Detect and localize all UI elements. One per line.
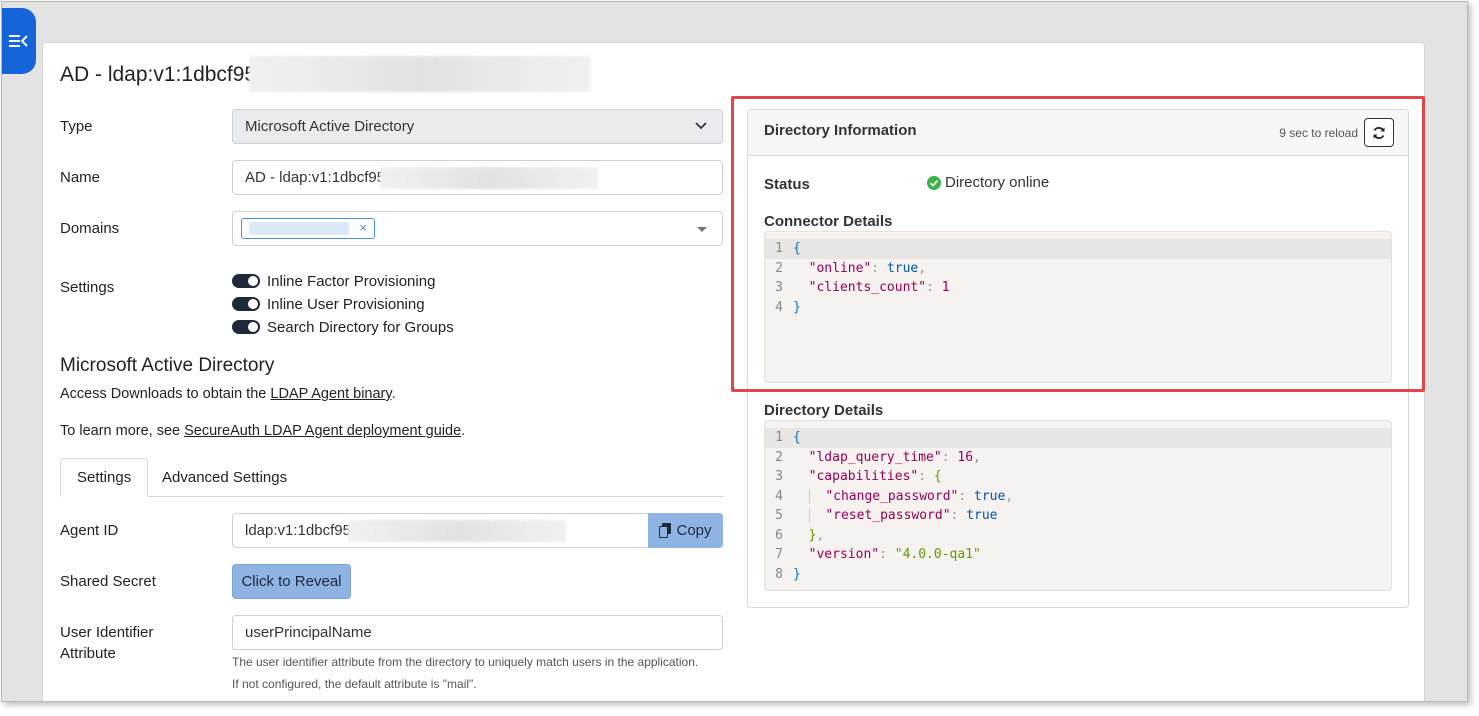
toggle-inline-user-provisioning[interactable]: Inline User Provisioning (232, 294, 425, 314)
code-line: 7 "version": "4.0.0-qa1" (775, 547, 981, 562)
redacted-overlay (380, 167, 598, 189)
copy-button[interactable]: Copy (648, 513, 723, 548)
code-value: true (966, 508, 998, 523)
code-line: 1{ (765, 428, 1391, 448)
toggle-search-directory-groups[interactable]: Search Directory for Groups (232, 317, 454, 337)
learn-more-text: To learn more, see SecureAuth LDAP Agent… (60, 423, 465, 439)
type-label: Type (60, 118, 93, 135)
code-line: 4 "change_password": true, (775, 488, 1014, 504)
name-input[interactable]: AD - ldap:v1:1dbcf95 (232, 160, 723, 195)
agent-id-value: ldap:v1:1dbcf95 (245, 522, 351, 539)
ldap-agent-binary-link[interactable]: LDAP Agent binary (270, 386, 391, 402)
domain-tag: × (241, 218, 375, 239)
chevron-down-icon (695, 122, 707, 130)
app-window: AD - ldap:v1:1dbcf95 Type Microsoft Acti… (1, 1, 1468, 702)
user-identifier-value: userPrincipalName (245, 624, 372, 641)
directory-details-code: 1{ 2 "ldap_query_time": 16, 3 "capabilit… (764, 420, 1392, 591)
toggle-switch[interactable] (232, 274, 260, 288)
text-span: . (391, 386, 396, 402)
name-input-value: AD - ldap:v1:1dbcf95 (245, 169, 386, 186)
user-identifier-label-line2: Attribute (60, 645, 116, 662)
settings-tabs: Settings Advanced Settings (60, 458, 723, 497)
deployment-guide-link[interactable]: SecureAuth LDAP Agent deployment guide (184, 423, 461, 439)
toggle-label: Inline User Provisioning (267, 295, 425, 313)
redacted-overlay (249, 56, 591, 92)
code-key: "reset_password" (825, 508, 951, 523)
settings-label: Settings (60, 279, 115, 296)
page-title: AD - ldap:v1:1dbcf95 (60, 63, 257, 86)
text-span: To learn more, see (60, 423, 185, 439)
code-key: "capabilities" (808, 469, 919, 484)
tab-settings[interactable]: Settings (60, 458, 149, 497)
directory-details-label: Directory Details (764, 402, 884, 419)
redacted-overlay (348, 520, 566, 542)
menu-collapse-icon (9, 35, 28, 47)
code-line: 3 "capabilities": { (775, 469, 942, 484)
name-label: Name (60, 169, 101, 186)
code-line: 6 }, (775, 527, 825, 543)
agent-id-label: Agent ID (60, 522, 119, 539)
text-span: . (461, 423, 466, 439)
code-line: 8} (775, 566, 801, 582)
toggle-switch[interactable] (232, 320, 260, 334)
code-line: 5 "reset_password": true (775, 508, 998, 523)
copy-button-label: Copy (676, 522, 712, 539)
user-identifier-help: The user identifier attribute from the d… (232, 655, 699, 691)
code-value: 16 (957, 449, 974, 465)
code-key: "ldap_query_time" (808, 449, 942, 465)
toggle-inline-factor-provisioning[interactable]: Inline Factor Provisioning (232, 271, 435, 291)
domains-label: Domains (60, 220, 120, 237)
dropdown-caret-icon (697, 227, 707, 232)
toggle-label: Search Directory for Groups (267, 318, 454, 336)
agent-id-input[interactable]: ldap:v1:1dbcf95 Copy (232, 513, 723, 548)
code-value: "4.0.0-qa1" (894, 547, 981, 562)
user-identifier-input[interactable]: userPrincipalName (232, 615, 723, 650)
copy-icon (659, 523, 672, 538)
user-identifier-label-line1: User Identifier (60, 624, 154, 641)
highlight-annotation-box (731, 96, 1425, 392)
type-select-value: Microsoft Active Directory (245, 118, 415, 135)
remove-tag-button[interactable]: × (359, 220, 367, 235)
shared-secret-label: Shared Secret (60, 573, 156, 590)
type-select[interactable]: Microsoft Active Directory (232, 109, 723, 144)
domains-multiselect[interactable]: × (232, 211, 723, 246)
click-to-reveal-button[interactable]: Click to Reveal (232, 564, 351, 599)
tab-advanced-settings[interactable]: Advanced Settings (146, 458, 303, 497)
code-value: true (974, 488, 1006, 504)
sidebar-toggle-button[interactable] (2, 8, 36, 74)
toggle-switch[interactable] (232, 297, 260, 311)
code-key: "change_password" (825, 488, 959, 504)
section-heading: Microsoft Active Directory (60, 355, 275, 376)
code-line: 2 "ldap_query_time": 16, (775, 449, 981, 465)
text-span: Access Downloads to obtain the (60, 386, 271, 402)
redacted-overlay (249, 222, 349, 235)
toggle-label: Inline Factor Provisioning (267, 272, 436, 290)
downloads-text: Access Downloads to obtain the LDAP Agen… (60, 386, 396, 402)
code-key: "version" (808, 547, 880, 562)
